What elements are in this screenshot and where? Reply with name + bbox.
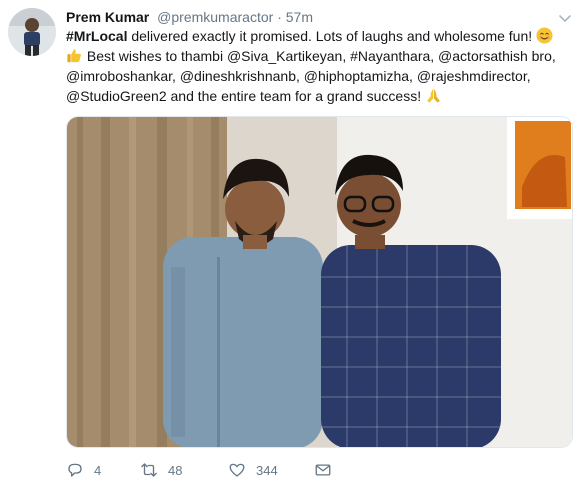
reply-icon — [68, 463, 82, 477]
author-name[interactable]: Prem Kumar — [66, 9, 149, 25]
like-count: 344 — [256, 462, 278, 478]
retweet-icon — [141, 463, 157, 477]
reply-button[interactable]: 4 — [66, 461, 140, 479]
avatar[interactable] — [8, 8, 56, 56]
tweet-line-4-text: @StudioGreen2 and the entire team for a … — [66, 88, 422, 104]
folded-hands-emoji-icon — [427, 88, 440, 103]
mail-icon — [315, 464, 331, 476]
thumbs-up-emoji-icon — [67, 49, 81, 63]
chevron-down-icon[interactable] — [557, 10, 573, 26]
like-button[interactable]: 344 — [228, 461, 314, 479]
heart-icon — [229, 463, 245, 477]
reply-count: 4 — [94, 462, 102, 478]
separator-dot: · — [277, 9, 282, 25]
photo-image — [67, 117, 572, 447]
tweet: Prem Kumar @premkumaractor · 57m #MrLoca… — [0, 0, 585, 486]
tweet-line-2: Best wishes to thambi @Siva_Kartikeyan, … — [66, 46, 578, 66]
tweet-line-1-text: delivered exactly it promised. Lots of l… — [127, 28, 533, 44]
tweet-line-1: #MrLocal delivered exactly it promised. … — [66, 26, 578, 46]
retweet-button[interactable]: 48 — [140, 461, 228, 479]
tweet-timestamp[interactable]: 57m — [286, 9, 313, 25]
retweet-count: 48 — [168, 462, 183, 478]
tweet-line-4: @StudioGreen2 and the entire team for a … — [66, 86, 578, 106]
tweet-line-3: @imroboshankar, @dineshkrishnanb, @hipho… — [66, 68, 531, 84]
avatar-image — [8, 8, 56, 56]
tweet-text: #MrLocal delivered exactly it promised. … — [66, 26, 578, 106]
direct-message-button[interactable] — [314, 461, 332, 479]
hashtag-mrlocal[interactable]: #MrLocal — [66, 28, 127, 44]
author-handle[interactable]: @premkumaractor — [157, 9, 273, 25]
tweet-line-2-text: Best wishes to thambi @Siva_Kartikeyan, … — [83, 48, 556, 64]
tweet-header: Prem Kumar @premkumaractor · 57m — [66, 8, 313, 26]
smiling-face-emoji-icon — [536, 27, 553, 44]
tweet-actions: 4 48 344 — [66, 460, 332, 480]
tweet-photo[interactable] — [66, 116, 573, 448]
